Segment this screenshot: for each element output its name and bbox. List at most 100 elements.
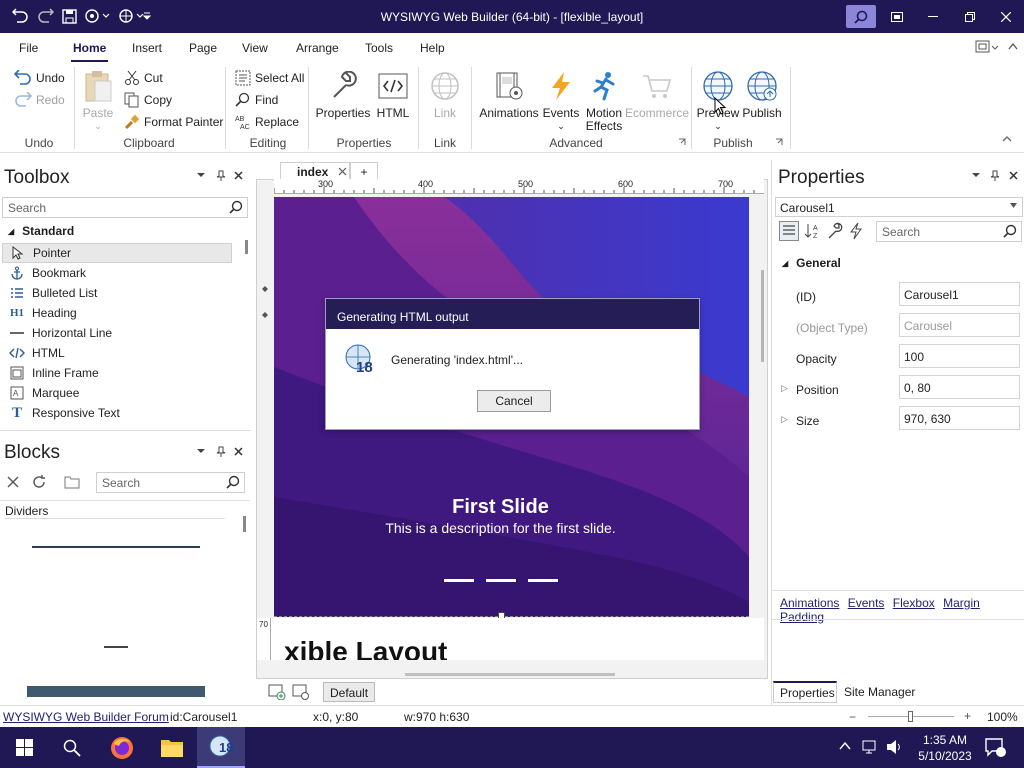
- close-panel-icon[interactable]: [234, 447, 243, 456]
- link-margin[interactable]: Margin: [943, 596, 980, 610]
- link-button[interactable]: Link: [425, 69, 465, 120]
- link-padding[interactable]: Padding: [780, 610, 824, 624]
- motion-effects-button[interactable]: Motion Effects: [582, 69, 626, 133]
- view-mode-button[interactable]: Default: [323, 682, 376, 702]
- paste-button[interactable]: Paste ⌄: [80, 69, 116, 133]
- animations-button[interactable]: Animations: [478, 69, 540, 120]
- wysiwyg-app-taskbar-icon[interactable]: 18: [197, 727, 245, 768]
- notification-icon[interactable]: [984, 737, 1006, 757]
- ribbon-display-icon[interactable]: [879, 0, 915, 33]
- menu-insert[interactable]: Insert: [132, 41, 162, 55]
- menu-home[interactable]: Home: [70, 41, 109, 62]
- slide-indicator[interactable]: [444, 579, 474, 582]
- dialog-launcher-icon[interactable]: [678, 138, 686, 146]
- redo-button[interactable]: Redo: [14, 91, 65, 109]
- menu-file[interactable]: File: [19, 41, 38, 55]
- panel-menu-icon[interactable]: [196, 171, 206, 179]
- zoom-in-icon[interactable]: +: [964, 709, 971, 723]
- toolbox-item-bookmark[interactable]: Bookmark: [2, 263, 232, 283]
- events-button[interactable]: Events ⌄: [541, 69, 581, 133]
- dialog-launcher-icon[interactable]: [775, 138, 783, 146]
- windows-start-icon[interactable]: [0, 727, 48, 768]
- toolbox-item-heading[interactable]: H1 Heading: [2, 303, 232, 323]
- volume-icon[interactable]: [886, 739, 904, 755]
- anchor-handle-icon[interactable]: [262, 312, 268, 318]
- close-tab-icon[interactable]: [338, 167, 347, 176]
- expand-arrow-icon[interactable]: ▷: [781, 383, 788, 394]
- toolbox-item-pointer[interactable]: Pointer: [2, 243, 232, 263]
- property-row-id[interactable]: (ID) Carousel1: [775, 282, 1024, 313]
- link-flexbox[interactable]: Flexbox: [893, 596, 935, 610]
- slide-indicator[interactable]: [486, 579, 516, 582]
- close-button[interactable]: [988, 0, 1024, 33]
- search-icon[interactable]: [846, 5, 876, 28]
- property-row-size[interactable]: ▷ Size 970, 630: [775, 406, 1024, 437]
- format-painter-button[interactable]: Format Painter: [124, 113, 223, 131]
- lightning-icon[interactable]: [848, 222, 864, 240]
- replace-button[interactable]: AB AC Replace: [235, 113, 299, 131]
- object-selector-dropdown[interactable]: Carousel1: [775, 197, 1023, 217]
- divider-block-preview[interactable]: [27, 686, 205, 697]
- menu-page[interactable]: Page: [189, 41, 217, 55]
- toolbox-item-horizontal-line[interactable]: Horizontal Line: [2, 323, 232, 343]
- menu-help[interactable]: Help: [420, 41, 445, 55]
- divider-block-preview[interactable]: [32, 546, 200, 548]
- toolbox-item-inline-frame[interactable]: Inline Frame: [2, 363, 232, 383]
- forum-link[interactable]: WYSIWYG Web Builder Forum: [3, 710, 169, 724]
- file-explorer-icon[interactable]: [148, 727, 196, 768]
- properties-section-general[interactable]: ◢ General: [782, 256, 841, 270]
- property-value[interactable]: 970, 630: [899, 406, 1020, 430]
- tab-site-manager[interactable]: Site Manager: [844, 685, 915, 699]
- menu-arrange[interactable]: Arrange: [296, 41, 339, 55]
- blocks-search-input[interactable]: Search: [96, 472, 245, 493]
- menu-view[interactable]: View: [242, 41, 268, 55]
- property-value[interactable]: 100: [899, 344, 1020, 368]
- cancel-button[interactable]: Cancel: [477, 390, 551, 412]
- network-icon[interactable]: [862, 739, 880, 755]
- find-button[interactable]: Find: [235, 91, 278, 109]
- undo-button[interactable]: Undo: [14, 69, 65, 87]
- pin-icon[interactable]: [216, 170, 226, 181]
- breakpoint-settings-icon[interactable]: [292, 684, 310, 700]
- close-panel-icon[interactable]: [234, 171, 243, 180]
- toolbox-item-bulleted-list[interactable]: Bulleted List: [2, 283, 232, 303]
- toolbox-category[interactable]: ◢ Standard: [8, 224, 74, 238]
- toolbox-item-html[interactable]: HTML: [2, 343, 232, 363]
- property-value[interactable]: 0, 80: [899, 375, 1020, 399]
- panel-menu-icon[interactable]: [971, 171, 981, 179]
- pin-icon[interactable]: [990, 170, 1000, 181]
- categorized-icon[interactable]: [779, 221, 799, 241]
- chevron-up-icon[interactable]: [1008, 40, 1018, 54]
- expand-arrow-icon[interactable]: ▷: [781, 414, 788, 425]
- property-value[interactable]: Carousel1: [899, 282, 1020, 306]
- toolbox-search-input[interactable]: Search: [2, 197, 248, 218]
- ecommerce-button[interactable]: Ecommerce: [625, 69, 689, 120]
- wrench-icon[interactable]: [826, 222, 844, 240]
- tab-properties[interactable]: Properties: [773, 681, 837, 703]
- toolbox-item-marquee[interactable]: A Marquee: [2, 383, 232, 403]
- panel-menu-icon[interactable]: [196, 447, 206, 455]
- clock[interactable]: 1:35 AM 5/10/2023: [910, 732, 980, 764]
- toolbox-item-responsive-text[interactable]: T Responsive Text: [2, 403, 232, 423]
- cut-button[interactable]: Cut: [124, 69, 163, 87]
- scrollbar-thumb[interactable]: [243, 516, 246, 532]
- restore-button[interactable]: [952, 0, 988, 33]
- zoom-slider-thumb[interactable]: [908, 711, 913, 722]
- copy-button[interactable]: Copy: [124, 91, 172, 109]
- select-all-button[interactable]: Select All: [235, 69, 304, 87]
- firefox-icon[interactable]: [98, 727, 146, 768]
- anchor-handle-icon[interactable]: [262, 286, 268, 292]
- divider-block-preview[interactable]: [104, 646, 128, 648]
- chevron-up-icon[interactable]: [838, 739, 852, 753]
- tab-index[interactable]: index: [280, 162, 350, 180]
- sort-alpha-icon[interactable]: AZ: [804, 222, 822, 240]
- property-row-position[interactable]: ▷ Position 0, 80: [775, 375, 1024, 406]
- add-breakpoint-icon[interactable]: [268, 684, 286, 700]
- horizontal-scrollbar[interactable]: [405, 673, 615, 676]
- clear-icon[interactable]: [6, 475, 20, 489]
- link-animations[interactable]: Animations: [780, 596, 839, 610]
- refresh-icon[interactable]: [31, 474, 47, 490]
- folder-icon[interactable]: [64, 475, 80, 489]
- add-tab-button[interactable]: +: [350, 162, 378, 180]
- publish-button[interactable]: Publish: [740, 69, 784, 120]
